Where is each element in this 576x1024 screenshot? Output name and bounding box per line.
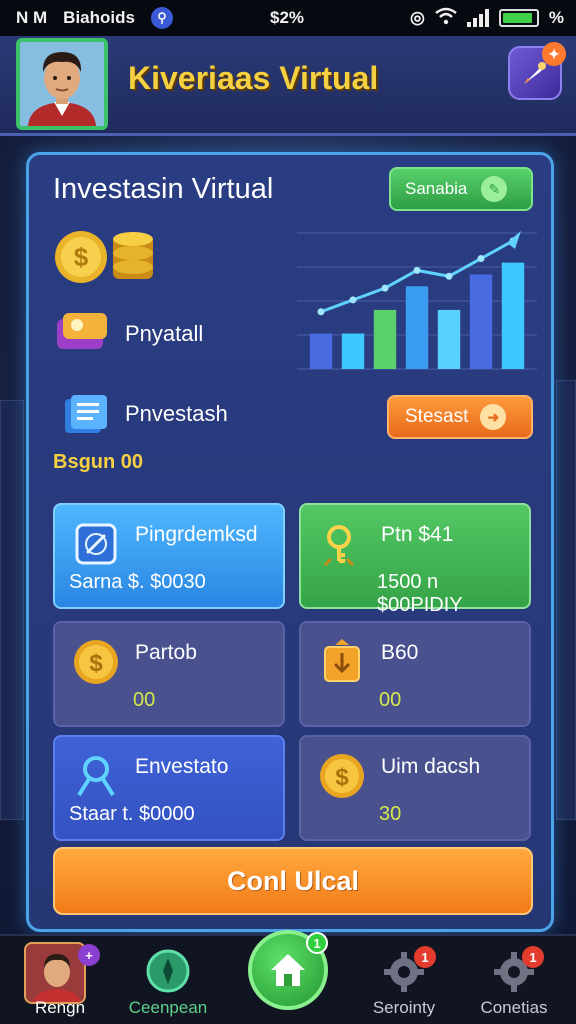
chart-point <box>477 255 485 263</box>
arrow-icon: ➜ <box>480 404 507 430</box>
card-title: Ptn $41 <box>381 523 454 546</box>
nav-badge: 1 <box>414 946 436 968</box>
invest-label: Pnvestash <box>125 401 228 426</box>
profile-avatar-icon <box>24 942 86 1004</box>
wallet-icon <box>57 313 107 349</box>
background-building-left <box>0 400 24 820</box>
status-app-name: Biahoids <box>63 8 135 27</box>
nav-label: Serointy <box>372 998 436 1017</box>
card-value: 1500 n $00PIDIY <box>377 571 463 616</box>
begin-balance-label: Bsgun 00 <box>53 451 144 473</box>
chart-point <box>349 296 357 304</box>
card-value: 00 <box>379 689 402 711</box>
chart-point <box>381 284 389 292</box>
card-invest[interactable]: Envestato Staar t. $0000 <box>53 735 285 841</box>
chart-point <box>413 266 421 274</box>
home-icon <box>271 954 305 986</box>
card-title: Uim dacsh <box>381 755 481 778</box>
chart-bar <box>501 262 525 369</box>
panel-title: Investasin Virtual <box>53 173 274 205</box>
summary-button-label: Sanabia <box>405 179 468 198</box>
badge-icon <box>324 639 360 682</box>
nav-label: Ceenpean <box>128 998 208 1017</box>
card-title: Pingrdemksd <box>135 523 258 546</box>
card-value: 30 <box>379 803 402 825</box>
chart-bar <box>469 274 493 369</box>
start-button-label: Stesast <box>405 406 469 427</box>
new-star-badge: ✦ <box>542 42 566 66</box>
chart-bar <box>373 309 397 369</box>
nav-label: Conetias <box>480 998 548 1017</box>
chart-bar <box>309 333 333 369</box>
wifi-icon <box>435 7 457 30</box>
nav-item-security[interactable]: 1 Serointy <box>354 942 454 1017</box>
signal-icon <box>466 9 489 27</box>
status-app-icon: ⚲ <box>150 7 173 29</box>
status-battery-percent: $2% <box>270 8 305 27</box>
nav-item-compass[interactable]: Ceenpean <box>118 942 218 1017</box>
home-button[interactable]: 1 <box>248 930 328 1010</box>
svg-text:$: $ <box>74 242 89 272</box>
portfolio-label: Pnyatall <box>125 321 204 346</box>
clipboard-icon <box>75 523 117 565</box>
bottom-nav: + Rengn Ceenpean 1 1 Serointy 1 Conetias <box>0 930 576 1024</box>
card-pending[interactable]: Pingrdemksd Sarna $. $0030 <box>53 503 285 609</box>
dollar-coin-icon: $ <box>74 640 118 684</box>
chart-bar <box>405 286 429 369</box>
pencil-icon: ✎ <box>481 176 508 202</box>
chart-arrow-head <box>507 230 521 249</box>
svg-text:$: $ <box>335 764 349 791</box>
player-avatar[interactable] <box>16 38 108 130</box>
card-profit[interactable]: Ptn $41 1500 n $00PIDIY <box>299 503 531 616</box>
chart-bar <box>437 309 461 369</box>
card-title: Partob <box>135 641 197 664</box>
nav-badge: 1 <box>522 946 544 968</box>
chart-bar <box>341 333 365 369</box>
app-title: Kiveriaas Virtual <box>128 60 379 96</box>
background-building-right <box>556 380 576 820</box>
card-title: Envestato <box>135 755 229 778</box>
chart-point <box>317 308 325 316</box>
rocket-boost-button[interactable]: ✦ <box>508 42 566 100</box>
key-icon <box>323 525 355 567</box>
avatar-portrait-icon <box>20 42 104 126</box>
magnifier-icon <box>77 756 115 797</box>
status-bar: N M Biahoids ⚲ $2% ◎ % <box>0 0 576 36</box>
do-not-disturb-icon: ◎ <box>410 8 425 27</box>
status-percent: % <box>548 8 564 27</box>
battery-icon <box>498 9 539 27</box>
chart-point <box>445 272 453 280</box>
card-value: 00 <box>133 689 156 711</box>
status-carrier: N M <box>16 8 48 27</box>
coin-stack-icon: $ <box>55 231 153 283</box>
start-button[interactable]: Stesast ➜ <box>387 395 533 439</box>
card-value: Staar t. $0000 <box>69 803 195 825</box>
nav-badge: + <box>78 944 100 966</box>
gold-coin-icon: $ <box>320 754 364 798</box>
card-title: B60 <box>381 641 419 664</box>
card-portfolio[interactable]: $ Partob 00 <box>53 621 285 727</box>
growth-chart <box>297 230 537 370</box>
main-action-button[interactable]: Conl Ulcal <box>53 847 533 915</box>
investment-panel: Investasin Virtual Sanabia ✎ $ Pnyatall … <box>26 152 554 932</box>
nav-item-settings[interactable]: 1 Conetias <box>464 942 564 1017</box>
nav-badge: 1 <box>306 932 328 954</box>
card-level[interactable]: B60 00 <box>299 621 531 727</box>
nav-label: Rengn <box>34 998 86 1017</box>
header-bar: Kiveriaas Virtual ✦ <box>0 36 576 136</box>
compass-icon <box>146 949 190 993</box>
card-unlock[interactable]: $ Uim dacsh 30 <box>299 735 531 841</box>
svg-text:$: $ <box>89 650 103 677</box>
documents-icon <box>65 395 107 433</box>
summary-button[interactable]: Sanabia ✎ <box>389 167 533 211</box>
card-value: Sarna $. $0030 <box>69 571 206 593</box>
